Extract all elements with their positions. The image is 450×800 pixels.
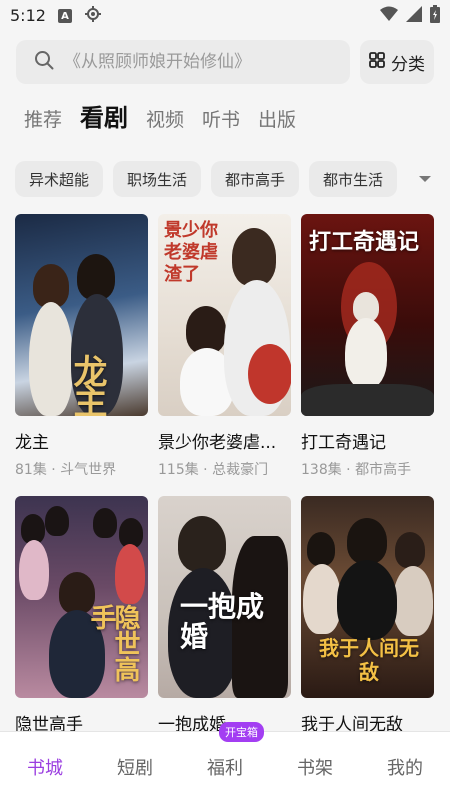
nav-welfare[interactable]: 福利 开宝箱 xyxy=(180,722,270,780)
category-button-label: 分类 xyxy=(391,54,425,75)
content-tabs: 推荐 看剧 视频 听书 出版 xyxy=(24,98,296,134)
battery-icon xyxy=(430,5,440,27)
poster-title-text: 景少你老婆虐渣了 xyxy=(164,220,218,285)
drama-grid: 龙主 龙主 81集 · 斗气世界 景少你老婆虐渣了 景少你老婆虐... 115集… xyxy=(15,214,435,778)
category-button[interactable]: 分类 xyxy=(360,40,434,84)
poster-title-text: 一抱成婚 xyxy=(180,590,265,653)
tab-audiobook[interactable]: 听书 xyxy=(202,106,240,134)
drama-title: 打工奇遇记 xyxy=(301,433,386,453)
poster-title-text: 打工奇遇记 xyxy=(309,229,420,255)
wifi-icon xyxy=(380,6,398,26)
grid-icon xyxy=(369,51,385,73)
drama-poster[interactable]: 景少你老婆虐渣了 xyxy=(158,214,291,416)
bottom-nav: 书城 短剧 福利 开宝箱 书架 我的 xyxy=(0,722,450,800)
nav-short-drama[interactable]: 短剧 xyxy=(90,754,180,780)
drama-meta: 81集 · 斗气世界 xyxy=(15,462,117,478)
nav-bookstore[interactable]: 书城 xyxy=(0,754,90,780)
drama-card[interactable]: 龙主 龙主 81集 · 斗气世界 xyxy=(15,214,148,496)
chevron-down-icon[interactable] xyxy=(415,174,435,184)
treasure-box-badge: 开宝箱 xyxy=(219,722,264,742)
nav-bookshelf[interactable]: 书架 xyxy=(270,754,360,780)
signal-icon xyxy=(406,6,422,26)
drama-title: 龙主 xyxy=(15,433,49,453)
drama-meta: 115集 · 总裁豪门 xyxy=(158,462,269,478)
status-bar: 5:12 A xyxy=(0,0,450,32)
tab-drama[interactable]: 看剧 xyxy=(80,102,128,134)
tab-recommend[interactable]: 推荐 xyxy=(24,106,62,134)
nav-welfare-label: 福利 xyxy=(207,758,243,779)
drama-poster[interactable]: 我于人间无敌 xyxy=(301,496,434,698)
search-box[interactable] xyxy=(16,40,350,84)
status-time: 5:12 xyxy=(10,5,46,25)
chip-urban-master[interactable]: 都市高手 xyxy=(211,161,300,197)
drama-card[interactable]: 打工奇遇记 打工奇遇记 138集 · 都市高手 xyxy=(301,214,434,496)
drama-title: 景少你老婆虐... xyxy=(158,433,277,453)
gps-icon xyxy=(84,5,102,27)
drama-poster[interactable]: 隐世高手 xyxy=(15,496,148,698)
poster-title-text: 龙主 xyxy=(67,354,107,414)
nav-profile[interactable]: 我的 xyxy=(360,754,450,780)
poster-title-text: 我于人间无敌 xyxy=(319,636,419,684)
drama-card[interactable]: 景少你老婆虐渣了 景少你老婆虐... 115集 · 总裁豪门 xyxy=(158,214,291,496)
drama-meta: 138集 · 都市高手 xyxy=(301,462,412,478)
genre-chips: 异术超能 职场生活 都市高手 都市生活 xyxy=(15,161,435,197)
search-input[interactable] xyxy=(64,52,324,72)
drama-poster[interactable]: 打工奇遇记 xyxy=(301,214,434,416)
search-icon xyxy=(34,50,54,74)
tab-video[interactable]: 视频 xyxy=(146,106,184,134)
search-row: 分类 xyxy=(16,40,434,84)
chip-workplace[interactable]: 职场生活 xyxy=(113,161,202,197)
tab-publish[interactable]: 出版 xyxy=(258,106,296,134)
drama-poster[interactable]: 一抱成婚 xyxy=(158,496,291,698)
notification-app-icon: A xyxy=(57,9,72,23)
chip-urban-life[interactable]: 都市生活 xyxy=(309,161,398,197)
poster-title-text: 隐世高手 xyxy=(86,604,140,682)
drama-poster[interactable]: 龙主 xyxy=(15,214,148,416)
chip-superpower[interactable]: 异术超能 xyxy=(15,161,104,197)
